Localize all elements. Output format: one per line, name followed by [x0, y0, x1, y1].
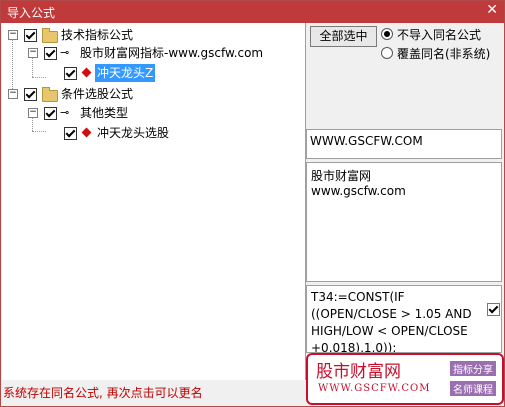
close-icon[interactable]: ✕ [486, 2, 498, 18]
code-line-4: +0.018),1,0)); [311, 341, 397, 353]
key-icon: ⊸ [60, 106, 70, 119]
checkbox-checked[interactable] [44, 107, 57, 120]
tree-node-label: 冲天龙头选股 [97, 126, 170, 140]
formula-gem-icon [81, 127, 92, 138]
formula-code-box[interactable]: T34:=CONST(IF ((OPEN/CLOSE > 1.05 AND HI… [306, 285, 502, 353]
tree-node-formula-ctlt-screen[interactable]: 冲天龙头选股 [2, 124, 302, 142]
tree-node-label: 条件选股公式 [61, 87, 134, 101]
collapse-icon[interactable]: − [28, 108, 38, 118]
folder-icon [42, 87, 58, 102]
tree-node-tech-formulas[interactable]: − 技术指标公式 [2, 26, 302, 44]
brand-url: WWW.GSCFW.COM [318, 383, 431, 394]
title-bar: 导入公式 ✕ [1, 1, 504, 23]
checkbox-checked[interactable] [24, 29, 37, 42]
formula-gem-icon [81, 67, 92, 78]
tree-node-formula-ctlt-z[interactable]: 冲天龙头Z [2, 64, 302, 82]
site-text: WWW.GSCFW.COM [310, 134, 423, 148]
collapse-icon[interactable]: − [28, 48, 38, 58]
code-line-3: HIGH/LOW < OPEN/CLOSE [311, 324, 468, 338]
radio-overwrite[interactable] [381, 47, 393, 59]
radio-skip-label: 不导入同名公式 [397, 28, 482, 42]
tree-node-screening-formulas[interactable]: − 条件选股公式 [2, 85, 302, 103]
description-line-2: www.gscfw.com [311, 184, 406, 198]
window-title: 导入公式 [7, 6, 56, 20]
site-field: WWW.GSCFW.COM [306, 129, 502, 159]
checkbox-checked[interactable] [44, 47, 57, 60]
checkbox-checked[interactable] [24, 88, 37, 101]
collapse-icon[interactable]: − [8, 30, 18, 40]
checkbox-checked[interactable] [64, 127, 77, 140]
import-formula-dialog: 导入公式 ✕ − 技术指标公式 − ⊸ 股市财富网指标-www.gscfw.co… [0, 0, 505, 407]
tree-node-label-selected: 冲天龙头Z [95, 64, 156, 82]
watermark-logo: 股市财富网 WWW.GSCFW.COM 指标分享 名师课程 [306, 353, 504, 405]
select-all-button[interactable]: 全部选中 [310, 26, 377, 47]
status-message: 系统存在同名公式, 再次点击可以更名 [3, 386, 203, 400]
tree-node-other-types[interactable]: − ⊸ 其他类型 [2, 104, 302, 122]
tree-node-gscfw-indicators[interactable]: − ⊸ 股市财富网指标-www.gscfw.com [2, 44, 302, 62]
description-box[interactable]: 股市财富网 www.gscfw.com [306, 162, 502, 282]
radio-overwrite-label: 覆盖同名(非系统) [397, 47, 491, 61]
brand-name: 股市财富网 [316, 362, 401, 382]
code-line-1: T34:=CONST(IF [311, 290, 405, 304]
checkbox-checked[interactable] [64, 67, 77, 80]
formula-tree[interactable]: − 技术指标公式 − ⊸ 股市财富网指标-www.gscfw.com 冲天龙头Z… [2, 23, 306, 380]
tag-indicator-share: 指标分享 [450, 361, 496, 376]
key-icon: ⊸ [60, 46, 70, 59]
radio-skip-duplicates[interactable] [381, 28, 393, 40]
tree-node-label: 技术指标公式 [61, 28, 134, 42]
tag-master-course: 名师课程 [450, 381, 496, 396]
code-line-2: ((OPEN/CLOSE > 1.05 AND [311, 307, 472, 321]
tree-node-label: 股市财富网指标-www.gscfw.com [80, 46, 264, 60]
tree-node-label: 其他类型 [80, 106, 129, 120]
folder-icon [42, 28, 58, 43]
collapse-icon[interactable]: − [8, 89, 18, 99]
code-box-checkbox[interactable] [487, 303, 500, 316]
description-line-1: 股市财富网 [311, 169, 372, 183]
